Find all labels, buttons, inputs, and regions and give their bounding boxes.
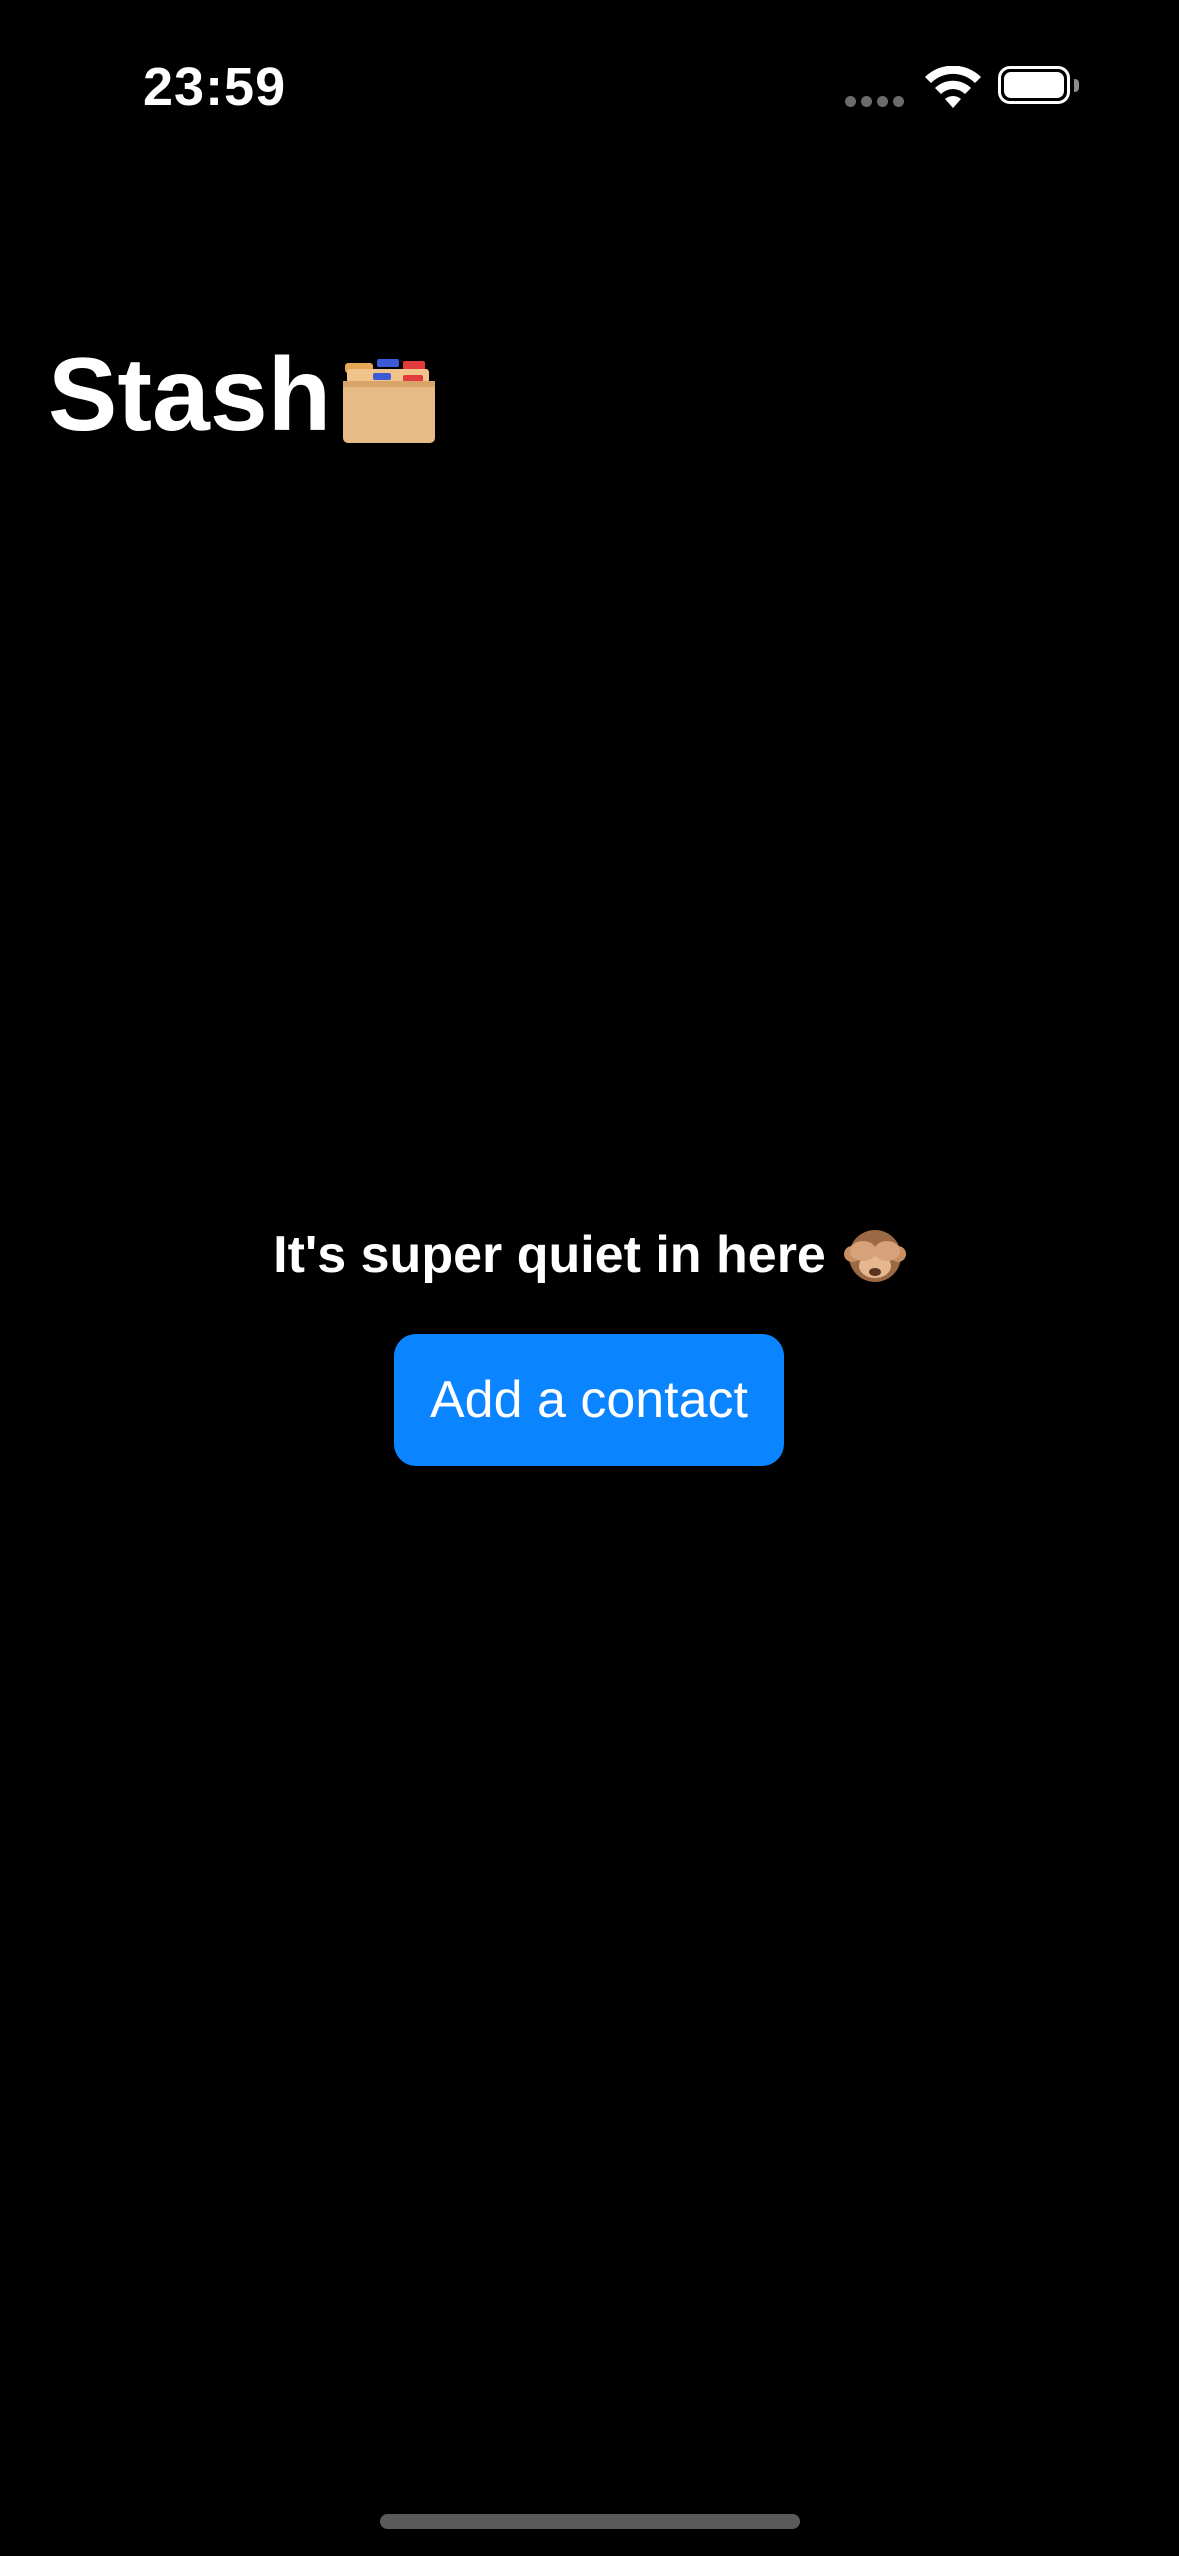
home-indicator[interactable] [380,2514,800,2529]
card-file-box-icon [343,359,436,443]
see-no-evil-monkey-icon [843,1230,906,1282]
status-time: 23:59 [143,57,287,117]
empty-state: It's super quiet in here [0,1220,1179,1290]
empty-state-message: It's super quiet in here [273,1226,826,1284]
page-title: Stash [48,337,332,453]
wifi-icon [925,66,981,108]
signal-dots-icon [845,96,905,108]
status-bar: 23:59 [0,0,1179,160]
add-contact-button[interactable]: Add a contact [394,1334,784,1466]
page-header: Stash [48,330,439,460]
